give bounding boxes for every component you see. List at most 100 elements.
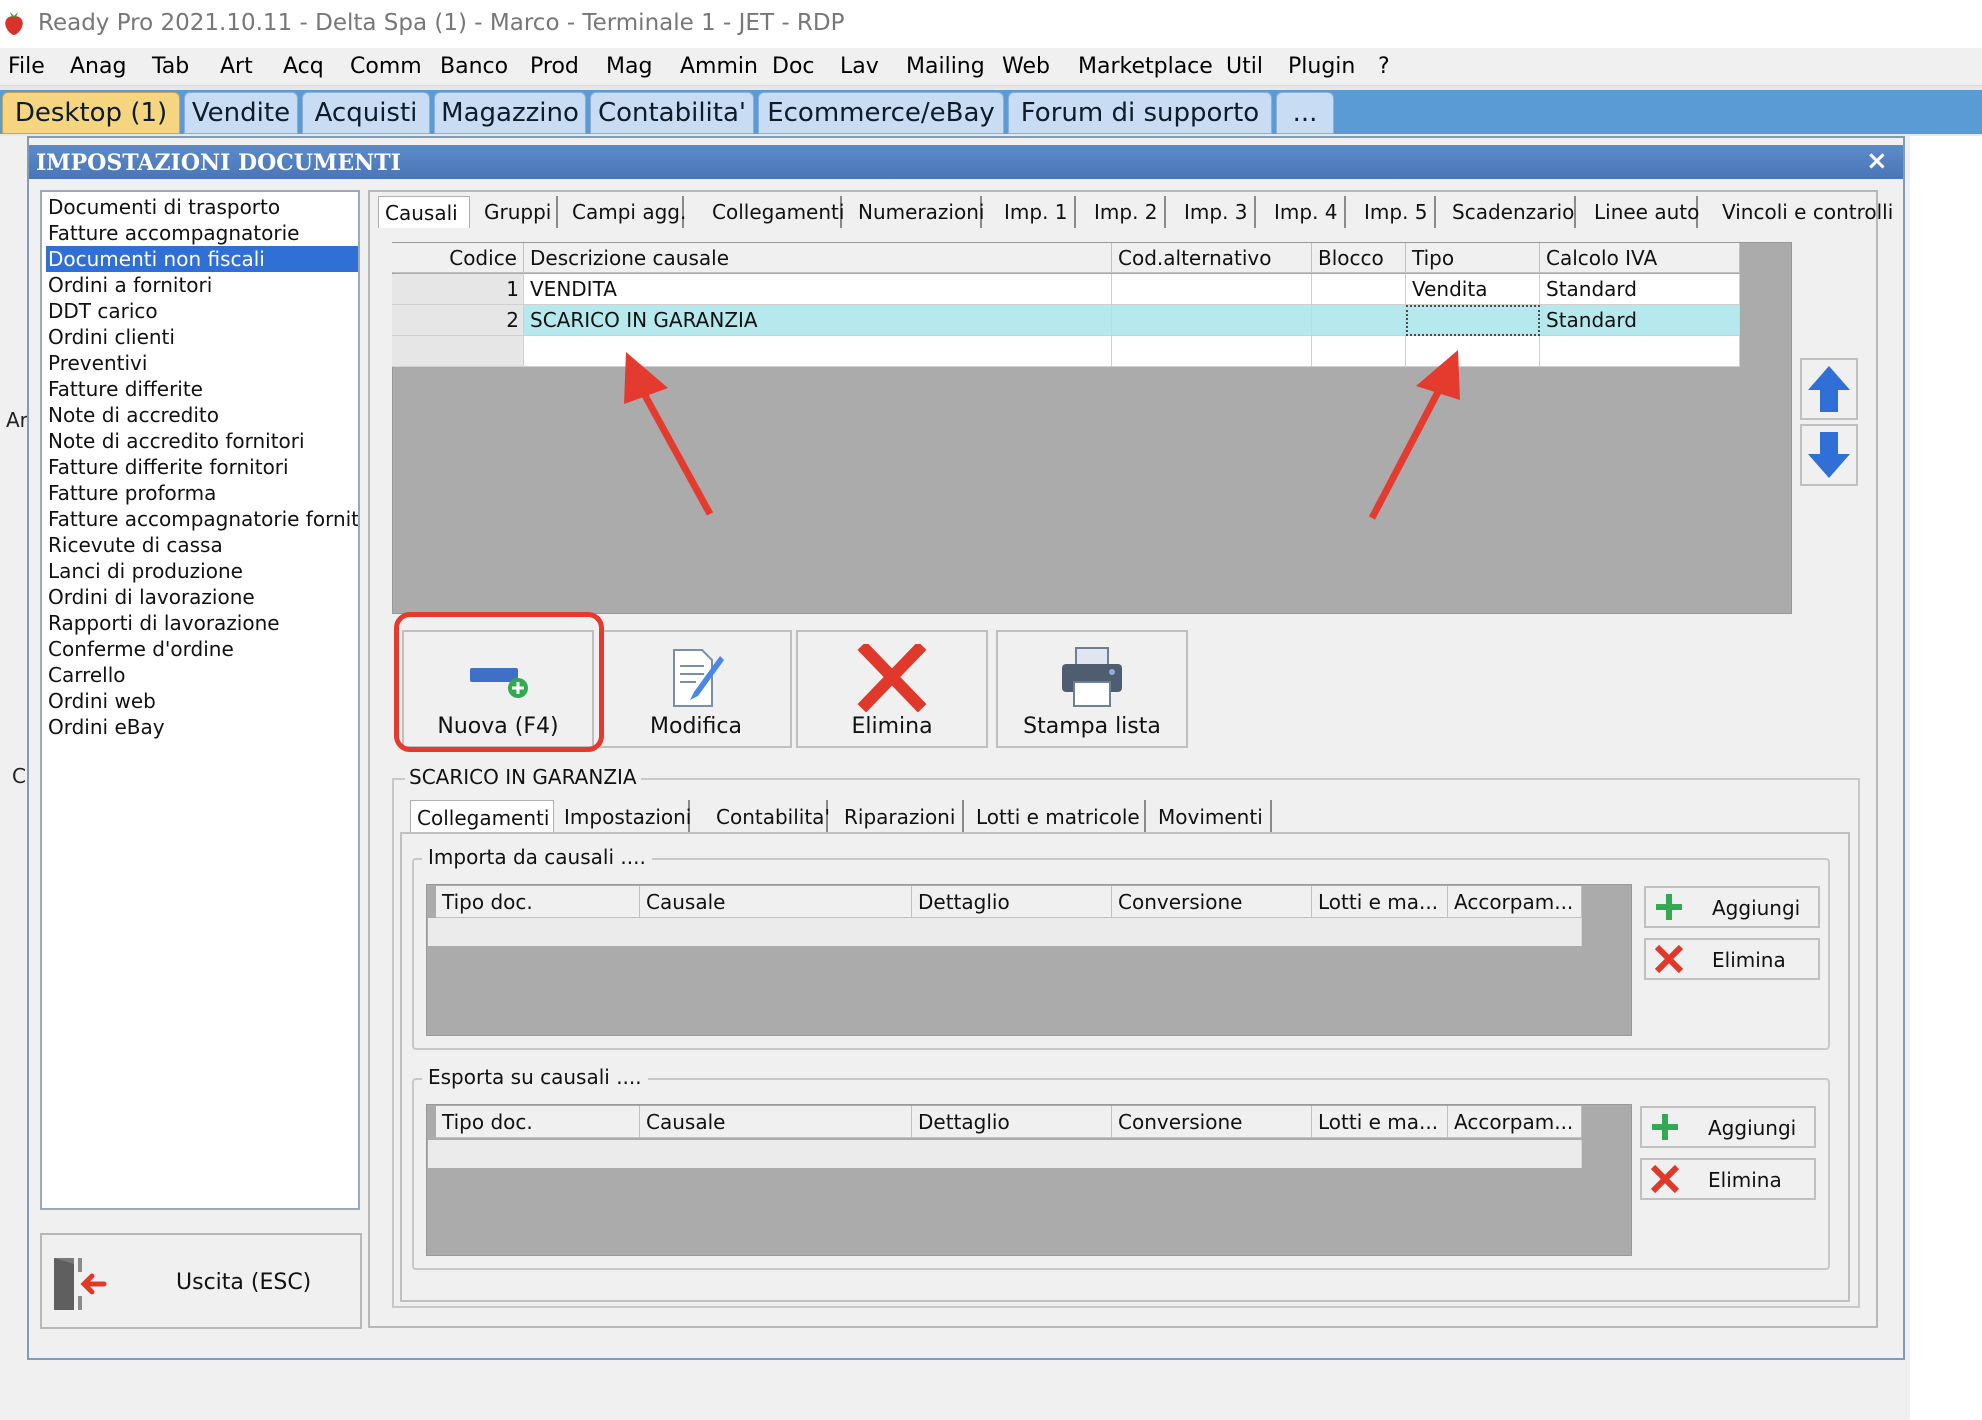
menu-doc[interactable]: Doc: [772, 54, 815, 79]
table-cell-empty[interactable]: [524, 336, 1112, 367]
column-header-tipo[interactable]: Tipo: [1406, 243, 1540, 273]
menu-util[interactable]: Util: [1226, 54, 1263, 79]
list-item[interactable]: Lanci di produzione: [46, 558, 358, 584]
menu-marketplace[interactable]: Marketplace: [1078, 54, 1213, 79]
list-item[interactable]: Ordini eBay: [46, 714, 358, 740]
column-header-descrizione[interactable]: Descrizione causale: [524, 243, 1112, 273]
column-header-lotti[interactable]: Lotti e ma...: [1312, 886, 1448, 918]
column-header-calcolo-iva[interactable]: Calcolo IVA: [1540, 243, 1740, 273]
list-item[interactable]: Documenti di trasporto: [46, 194, 358, 220]
column-header-blocco[interactable]: Blocco: [1312, 243, 1406, 273]
tab-vincoli-controlli[interactable]: Vincoli e controlli: [1716, 196, 1893, 228]
tab-numerazioni[interactable]: Numerazioni: [852, 196, 984, 228]
menu-web[interactable]: Web: [1002, 54, 1050, 79]
column-header-accorpamento[interactable]: Accorpam...: [1448, 886, 1582, 918]
list-item[interactable]: Conferme d'ordine: [46, 636, 358, 662]
list-item[interactable]: Note di accredito: [46, 402, 358, 428]
column-header-dettaglio[interactable]: Dettaglio: [912, 1106, 1112, 1138]
tab-causali[interactable]: Causali: [378, 196, 470, 228]
delete-button[interactable]: Elimina: [796, 630, 988, 748]
table-row-code[interactable]: 2: [392, 305, 524, 336]
column-header-tipo-doc[interactable]: Tipo doc.: [436, 886, 640, 918]
detail-tab-riparazioni[interactable]: Riparazioni: [838, 800, 964, 834]
menu-banco[interactable]: Banco: [440, 54, 508, 79]
column-header-lotti[interactable]: Lotti e ma...: [1312, 1106, 1448, 1138]
menu-help[interactable]: ?: [1378, 54, 1390, 79]
detail-tab-impostazioni[interactable]: Impostazioni: [558, 800, 691, 834]
column-header-causale[interactable]: Causale: [640, 886, 912, 918]
column-header-cod-alternativo[interactable]: Cod.alternativo: [1112, 243, 1312, 273]
table-row-empty[interactable]: [392, 336, 524, 367]
table-cell-empty[interactable]: [1312, 336, 1406, 367]
tab-imp-4[interactable]: Imp. 4: [1268, 196, 1346, 228]
list-item[interactable]: Fatture differite fornitori: [46, 454, 358, 480]
list-item[interactable]: DDT carico: [46, 298, 358, 324]
menu-ammin[interactable]: Ammin: [680, 54, 758, 79]
list-item[interactable]: Fatture differite: [46, 376, 358, 402]
edit-button[interactable]: Modifica: [600, 630, 792, 748]
table-cell-calcolo-iva[interactable]: Standard: [1540, 274, 1740, 305]
table-cell-empty[interactable]: [1112, 336, 1312, 367]
tab-imp-1[interactable]: Imp. 1: [998, 196, 1076, 228]
detail-tab-lotti-matricole[interactable]: Lotti e matricole: [970, 800, 1146, 834]
column-header-tipo-doc[interactable]: Tipo doc.: [436, 1106, 640, 1138]
list-item-selected[interactable]: Documenti non fiscali: [46, 246, 358, 272]
list-item[interactable]: Fatture proforma: [46, 480, 358, 506]
detail-tab-movimenti[interactable]: Movimenti: [1152, 800, 1272, 834]
menu-plugin[interactable]: Plugin: [1288, 54, 1355, 79]
tab-more[interactable]: ...: [1276, 92, 1334, 134]
export-add-button[interactable]: Aggiungi: [1640, 1106, 1816, 1148]
menu-mag[interactable]: Mag: [606, 54, 652, 79]
table-cell-description[interactable]: VENDITA: [524, 274, 1112, 305]
table-cell-alt-code[interactable]: [1112, 305, 1312, 336]
print-list-button[interactable]: Stampa lista: [996, 630, 1188, 748]
table-cell-tipo-focused[interactable]: [1406, 305, 1540, 336]
column-header-conversione[interactable]: Conversione: [1112, 886, 1312, 918]
list-item[interactable]: Rapporti di lavorazione: [46, 610, 358, 636]
table-cell-blocco[interactable]: [1312, 305, 1406, 336]
tab-campi-agg[interactable]: Campi agg.: [566, 196, 686, 228]
list-item[interactable]: Fatture accompagnatorie: [46, 220, 358, 246]
table-cell-empty[interactable]: [1406, 336, 1540, 367]
table-row-code[interactable]: 1: [392, 274, 524, 305]
import-add-button[interactable]: Aggiungi: [1644, 886, 1820, 928]
list-item[interactable]: Fatture accompagnatorie fornito: [46, 506, 358, 532]
list-item[interactable]: Ordini a fornitori: [46, 272, 358, 298]
tab-contabilita[interactable]: Contabilita': [590, 92, 754, 134]
list-item[interactable]: Note di accredito fornitori: [46, 428, 358, 454]
column-header-codice[interactable]: Codice: [392, 243, 524, 273]
tab-collegamenti[interactable]: Collegamenti: [706, 196, 844, 228]
list-item[interactable]: Ricevute di cassa: [46, 532, 358, 558]
menu-comm[interactable]: Comm: [350, 54, 422, 79]
detail-tab-collegamenti[interactable]: Collegamenti: [410, 800, 554, 834]
list-item[interactable]: Preventivi: [46, 350, 358, 376]
document-type-list[interactable]: Documenti di trasporto Fatture accompagn…: [40, 190, 360, 1210]
table-cell-blocco[interactable]: [1312, 274, 1406, 305]
table-cell-description[interactable]: SCARICO IN GARANZIA: [524, 305, 1112, 336]
menu-tab[interactable]: Tab: [152, 54, 189, 79]
list-item[interactable]: Ordini clienti: [46, 324, 358, 350]
list-item[interactable]: Ordini web: [46, 688, 358, 714]
table-cell-tipo[interactable]: Vendita: [1406, 274, 1540, 305]
menu-acq[interactable]: Acq: [283, 54, 324, 79]
column-header-causale[interactable]: Causale: [640, 1106, 912, 1138]
tab-magazzino[interactable]: Magazzino: [434, 92, 586, 134]
close-icon[interactable]: ×: [1866, 146, 1888, 176]
export-delete-button[interactable]: Elimina: [1640, 1158, 1816, 1200]
move-down-button[interactable]: [1800, 424, 1858, 486]
menu-anag[interactable]: Anag: [70, 54, 126, 79]
column-header-dettaglio[interactable]: Dettaglio: [912, 886, 1112, 918]
column-header-conversione[interactable]: Conversione: [1112, 1106, 1312, 1138]
menu-prod[interactable]: Prod: [530, 54, 579, 79]
table-row-empty[interactable]: [428, 1140, 1582, 1168]
import-delete-button[interactable]: Elimina: [1644, 938, 1820, 980]
tab-desktop[interactable]: Desktop (1): [2, 92, 180, 134]
list-item[interactable]: Carrello: [46, 662, 358, 688]
menu-file[interactable]: File: [8, 54, 45, 79]
detail-tab-contabilita[interactable]: Contabilita': [710, 800, 830, 834]
tab-linee-auto[interactable]: Linee auto: [1588, 196, 1699, 228]
tab-imp-3[interactable]: Imp. 3: [1178, 196, 1256, 228]
menu-art[interactable]: Art: [220, 54, 253, 79]
tab-vendite[interactable]: Vendite: [184, 92, 298, 134]
tab-scadenzario[interactable]: Scadenzario: [1446, 196, 1576, 228]
